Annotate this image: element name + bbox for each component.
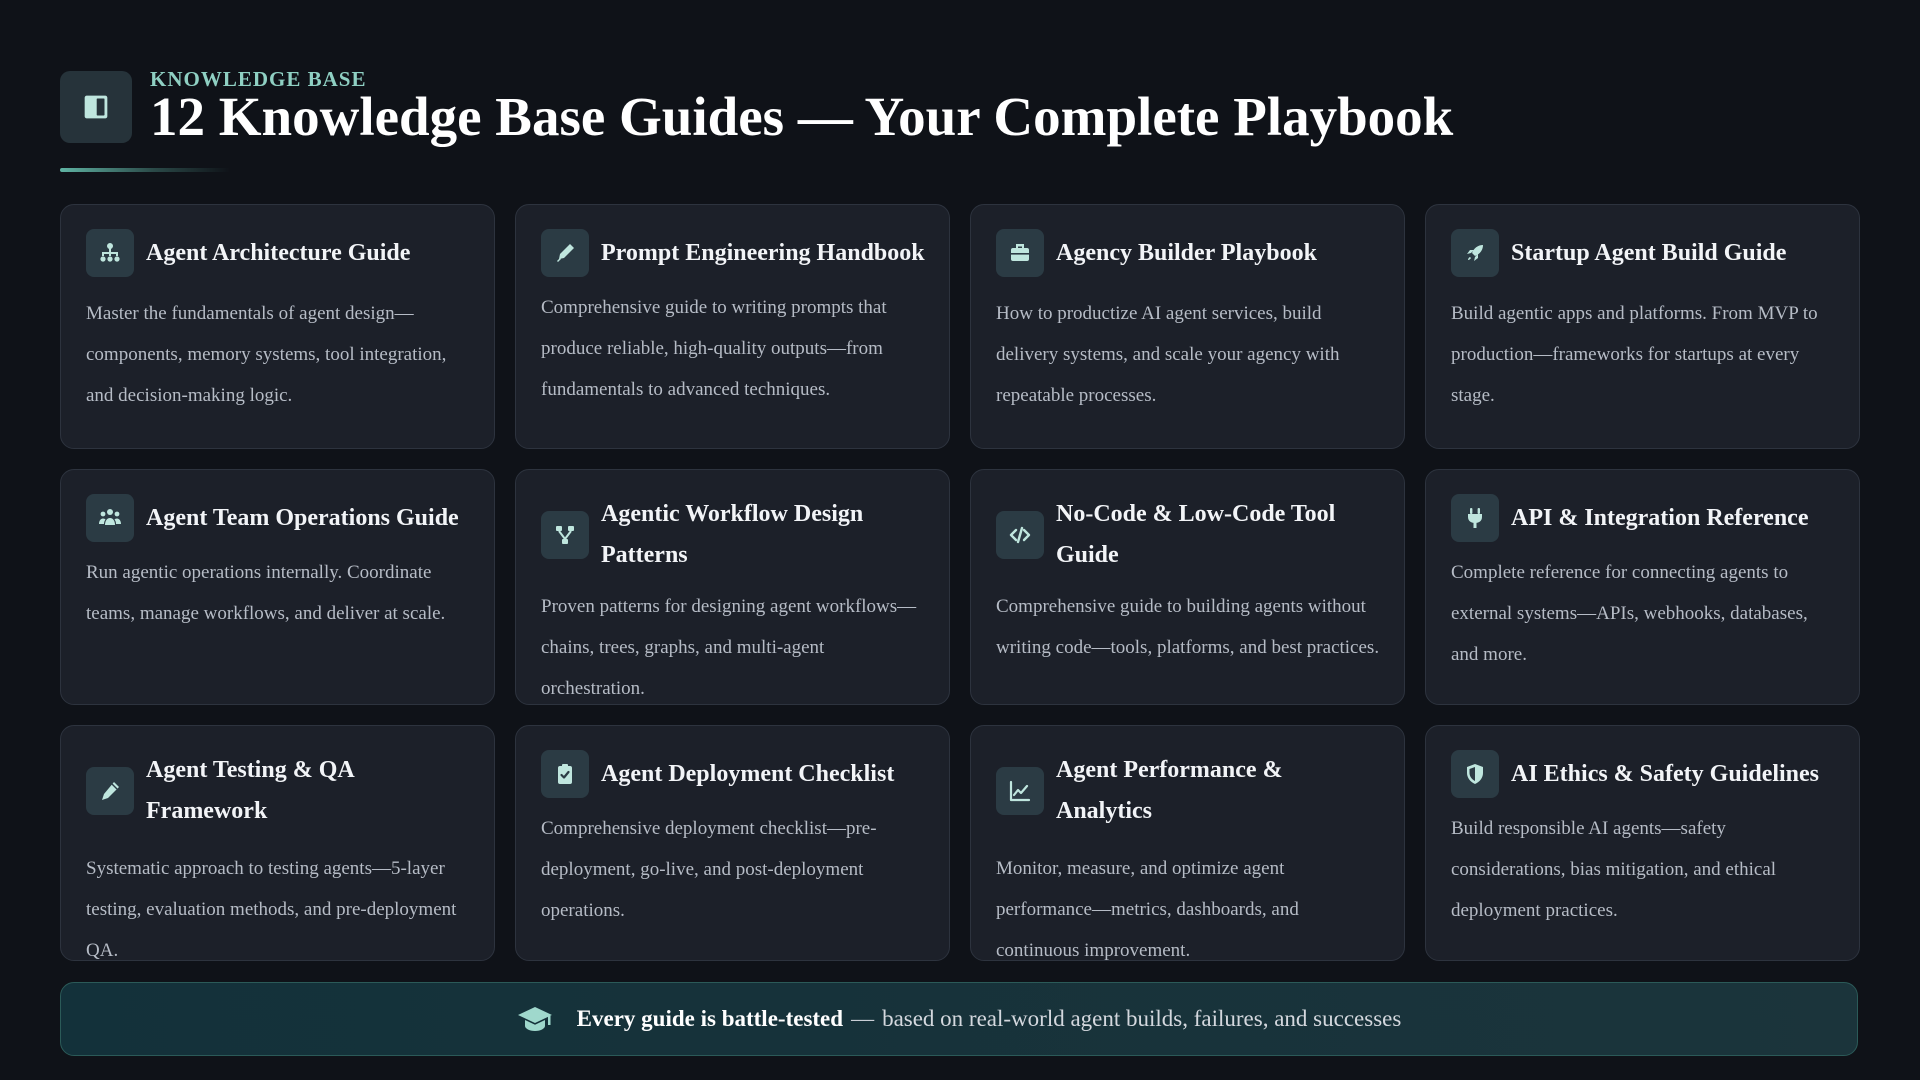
footer-text: based on real-world agent builds, failur… [882,1006,1402,1031]
guide-description: Build responsible AI agents—safety consi… [1451,818,1777,921]
guide-card[interactable]: Prompt Engineering Handbook Comprehensiv… [515,204,950,449]
guide-card[interactable]: Agent Team Operations Guide Run agentic … [60,469,495,705]
guide-title: Agent Architecture Guide [146,239,411,266]
footer-separator: — [851,1006,875,1031]
team-icon [86,494,134,542]
guide-title: Agency Builder Playbook [1056,239,1317,266]
guide-title: Agent Deployment Checklist [601,760,895,787]
guide-card[interactable]: API & Integration Reference Complete ref… [1425,469,1860,705]
guide-description: Build agentic apps and platforms. From M… [1451,303,1818,406]
page-header: KNOWLEDGE BASE 12 Knowledge Base Guides … [60,68,1453,146]
clipboard-check-icon [541,750,589,798]
guide-card[interactable]: No-Code & Low-Code Tool Guide Comprehens… [970,469,1405,705]
guide-title: No-Code & Low-Code Tool Guide [1056,501,1336,568]
guide-card[interactable]: Agent Performance & Analytics Monitor, m… [970,725,1405,961]
book-open-icon [60,71,132,143]
guide-title: Agent Performance & Analytics [1056,757,1283,824]
graduation-cap-icon [517,1007,552,1031]
rocket-icon [1451,229,1499,277]
guide-description: Comprehensive guide to writing prompts t… [541,297,887,400]
guide-description: Comprehensive guide to building agents w… [996,596,1380,658]
guide-title: Agent Testing & QA Framework [146,757,354,824]
guide-card[interactable]: Agent Architecture Guide Master the fund… [60,204,495,449]
guide-title: Agentic Workflow Design Patterns [601,501,864,568]
guide-description: Systematic approach to testing agents—5-… [86,858,457,961]
guide-description: Comprehensive deployment checklist—pre-d… [541,818,877,921]
hierarchy-icon [86,229,134,277]
guide-description: Run agentic operations internally. Coord… [86,562,446,624]
guide-title: Agent Team Operations Guide [146,504,459,531]
guide-card[interactable]: Agency Builder Playbook How to productiz… [970,204,1405,449]
guide-description: Proven patterns for designing agent work… [541,596,917,699]
guide-card[interactable]: Startup Agent Build Guide Build agentic … [1425,204,1860,449]
chart-line-icon [996,767,1044,815]
pen-icon [541,229,589,277]
guide-title: AI Ethics & Safety Guidelines [1511,760,1820,787]
guide-description: Monitor, measure, and optimize agent per… [996,858,1299,961]
guide-title: Prompt Engineering Handbook [601,239,925,266]
guide-description: Master the fundamentals of agent design—… [86,303,447,406]
title-underline [60,168,230,172]
guide-card[interactable]: AI Ethics & Safety Guidelines Build resp… [1425,725,1860,961]
code-icon [996,511,1044,559]
page-title: 12 Knowledge Base Guides — Your Complete… [150,86,1454,147]
guide-title: API & Integration Reference [1511,504,1809,531]
guide-description: How to productize AI agent services, bui… [996,303,1340,406]
guides-grid: Agent Architecture Guide Master the fund… [60,204,1860,961]
guide-card[interactable]: Agent Deployment Checklist Comprehensive… [515,725,950,961]
guide-card[interactable]: Agentic Workflow Design Patterns Proven … [515,469,950,705]
briefcase-icon [996,229,1044,277]
guide-card[interactable]: Agent Testing & QA Framework Systematic … [60,725,495,961]
plug-icon [1451,494,1499,542]
workflow-icon [541,511,589,559]
footer-highlight: Every guide is battle-tested [576,1006,844,1031]
footer-banner: Every guide is battle-tested — based on … [60,982,1858,1056]
shield-icon [1451,750,1499,798]
pencil-icon [86,767,134,815]
guide-description: Complete reference for connecting agents… [1451,562,1808,665]
guide-title: Startup Agent Build Guide [1511,239,1787,266]
